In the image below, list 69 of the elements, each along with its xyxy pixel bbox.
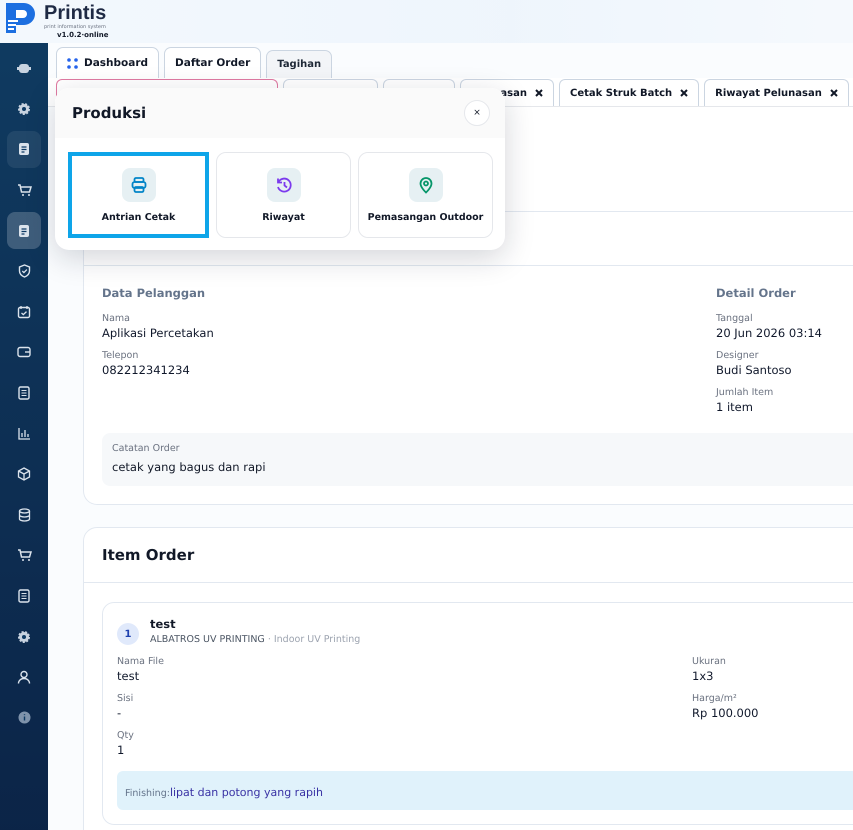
location-pin-icon — [416, 176, 434, 194]
cube-icon — [17, 467, 31, 482]
bar-chart-icon — [18, 427, 30, 440]
field-label: Ukuran — [692, 656, 727, 668]
sidebar-item[interactable] — [7, 131, 41, 168]
calendar-check-icon — [17, 304, 31, 319]
field-value: test — [117, 668, 140, 684]
field-label: Jumlah Item — [716, 387, 774, 399]
tab-label: Cetak Struk Batch — [570, 88, 672, 98]
field-label: Telepon — [102, 350, 140, 362]
sidebar-item[interactable] — [7, 212, 41, 249]
database-icon — [18, 508, 30, 522]
tab-label: Riwayat Pelunasan — [715, 88, 822, 98]
app-name: Printis — [44, 2, 106, 24]
menu-tab[interactable]: Dashboard — [56, 47, 160, 78]
cart-icon — [16, 548, 32, 562]
close-icon[interactable] — [680, 89, 688, 97]
field-label: Nama File — [117, 656, 165, 668]
menu-tab[interactable]: Tagihan — [266, 50, 332, 78]
document-icon — [18, 142, 30, 156]
menu-option[interactable]: Antrian Cetak — [68, 152, 209, 238]
field-label: Harga/m² — [692, 693, 738, 705]
field-value: - — [117, 705, 122, 721]
field-value: 1 item — [716, 399, 754, 415]
item-vendor: ALBATROS UV PRINTING · Indoor UV Printing — [150, 634, 360, 645]
note-label: Catatan Order — [112, 443, 181, 454]
field-label: Qty — [117, 730, 135, 742]
item-number: 1 — [117, 623, 139, 645]
menu-option[interactable]: Riwayat — [216, 152, 351, 238]
gear-icon — [17, 102, 31, 116]
open-tab[interactable]: Cetak Struk Batch — [559, 79, 700, 106]
finishing-label: Finishing: — [125, 788, 170, 799]
cart-icon — [16, 183, 32, 198]
field-value: 20 Jun 2026 03:14 — [716, 325, 823, 341]
section-title: Detail Order — [716, 286, 797, 300]
field-value: 082212341234 — [102, 362, 191, 378]
item-name: test — [150, 617, 177, 631]
field-value: 1 — [117, 742, 126, 758]
menu-option[interactable]: Pemasangan Outdoor — [358, 152, 493, 238]
user-icon — [17, 670, 31, 684]
field-value: Aplikasi Percetakan — [102, 325, 215, 341]
info-icon — [18, 711, 30, 724]
shield-check-icon — [18, 264, 30, 278]
field-label: Tanggal — [716, 313, 754, 325]
field-value: Rp 100.000 — [692, 705, 760, 721]
document-icon — [18, 224, 30, 238]
page-icon — [18, 386, 30, 400]
open-tab[interactable]: Riwayat Pelunasan — [704, 79, 849, 106]
field-label: Nama — [102, 313, 132, 325]
field-value: 1x3 — [692, 668, 714, 684]
field-label: Designer — [716, 350, 760, 362]
close-button[interactable]: × — [464, 100, 490, 126]
section-title: Data Pelanggan — [102, 286, 206, 300]
history-icon — [274, 176, 292, 194]
note-text: cetak yang bagus dan rapi — [112, 460, 267, 474]
popup-title: Produksi — [72, 104, 146, 122]
page-icon — [18, 589, 30, 604]
finishing-text: lipat dan potong yang rapih — [170, 786, 323, 799]
field-label: Sisi — [117, 693, 134, 705]
wallet-icon — [17, 346, 31, 358]
printer-icon — [130, 176, 148, 194]
close-icon[interactable] — [535, 89, 543, 97]
close-icon[interactable] — [830, 89, 838, 97]
tab-label: asan — [500, 88, 527, 98]
gear-icon — [17, 630, 31, 644]
section-heading: Item Order — [102, 546, 194, 564]
menu-tab[interactable]: Daftar Order — [164, 47, 262, 78]
grid-dots-icon — [67, 58, 78, 68]
field-value: Budi Santoso — [716, 362, 793, 378]
